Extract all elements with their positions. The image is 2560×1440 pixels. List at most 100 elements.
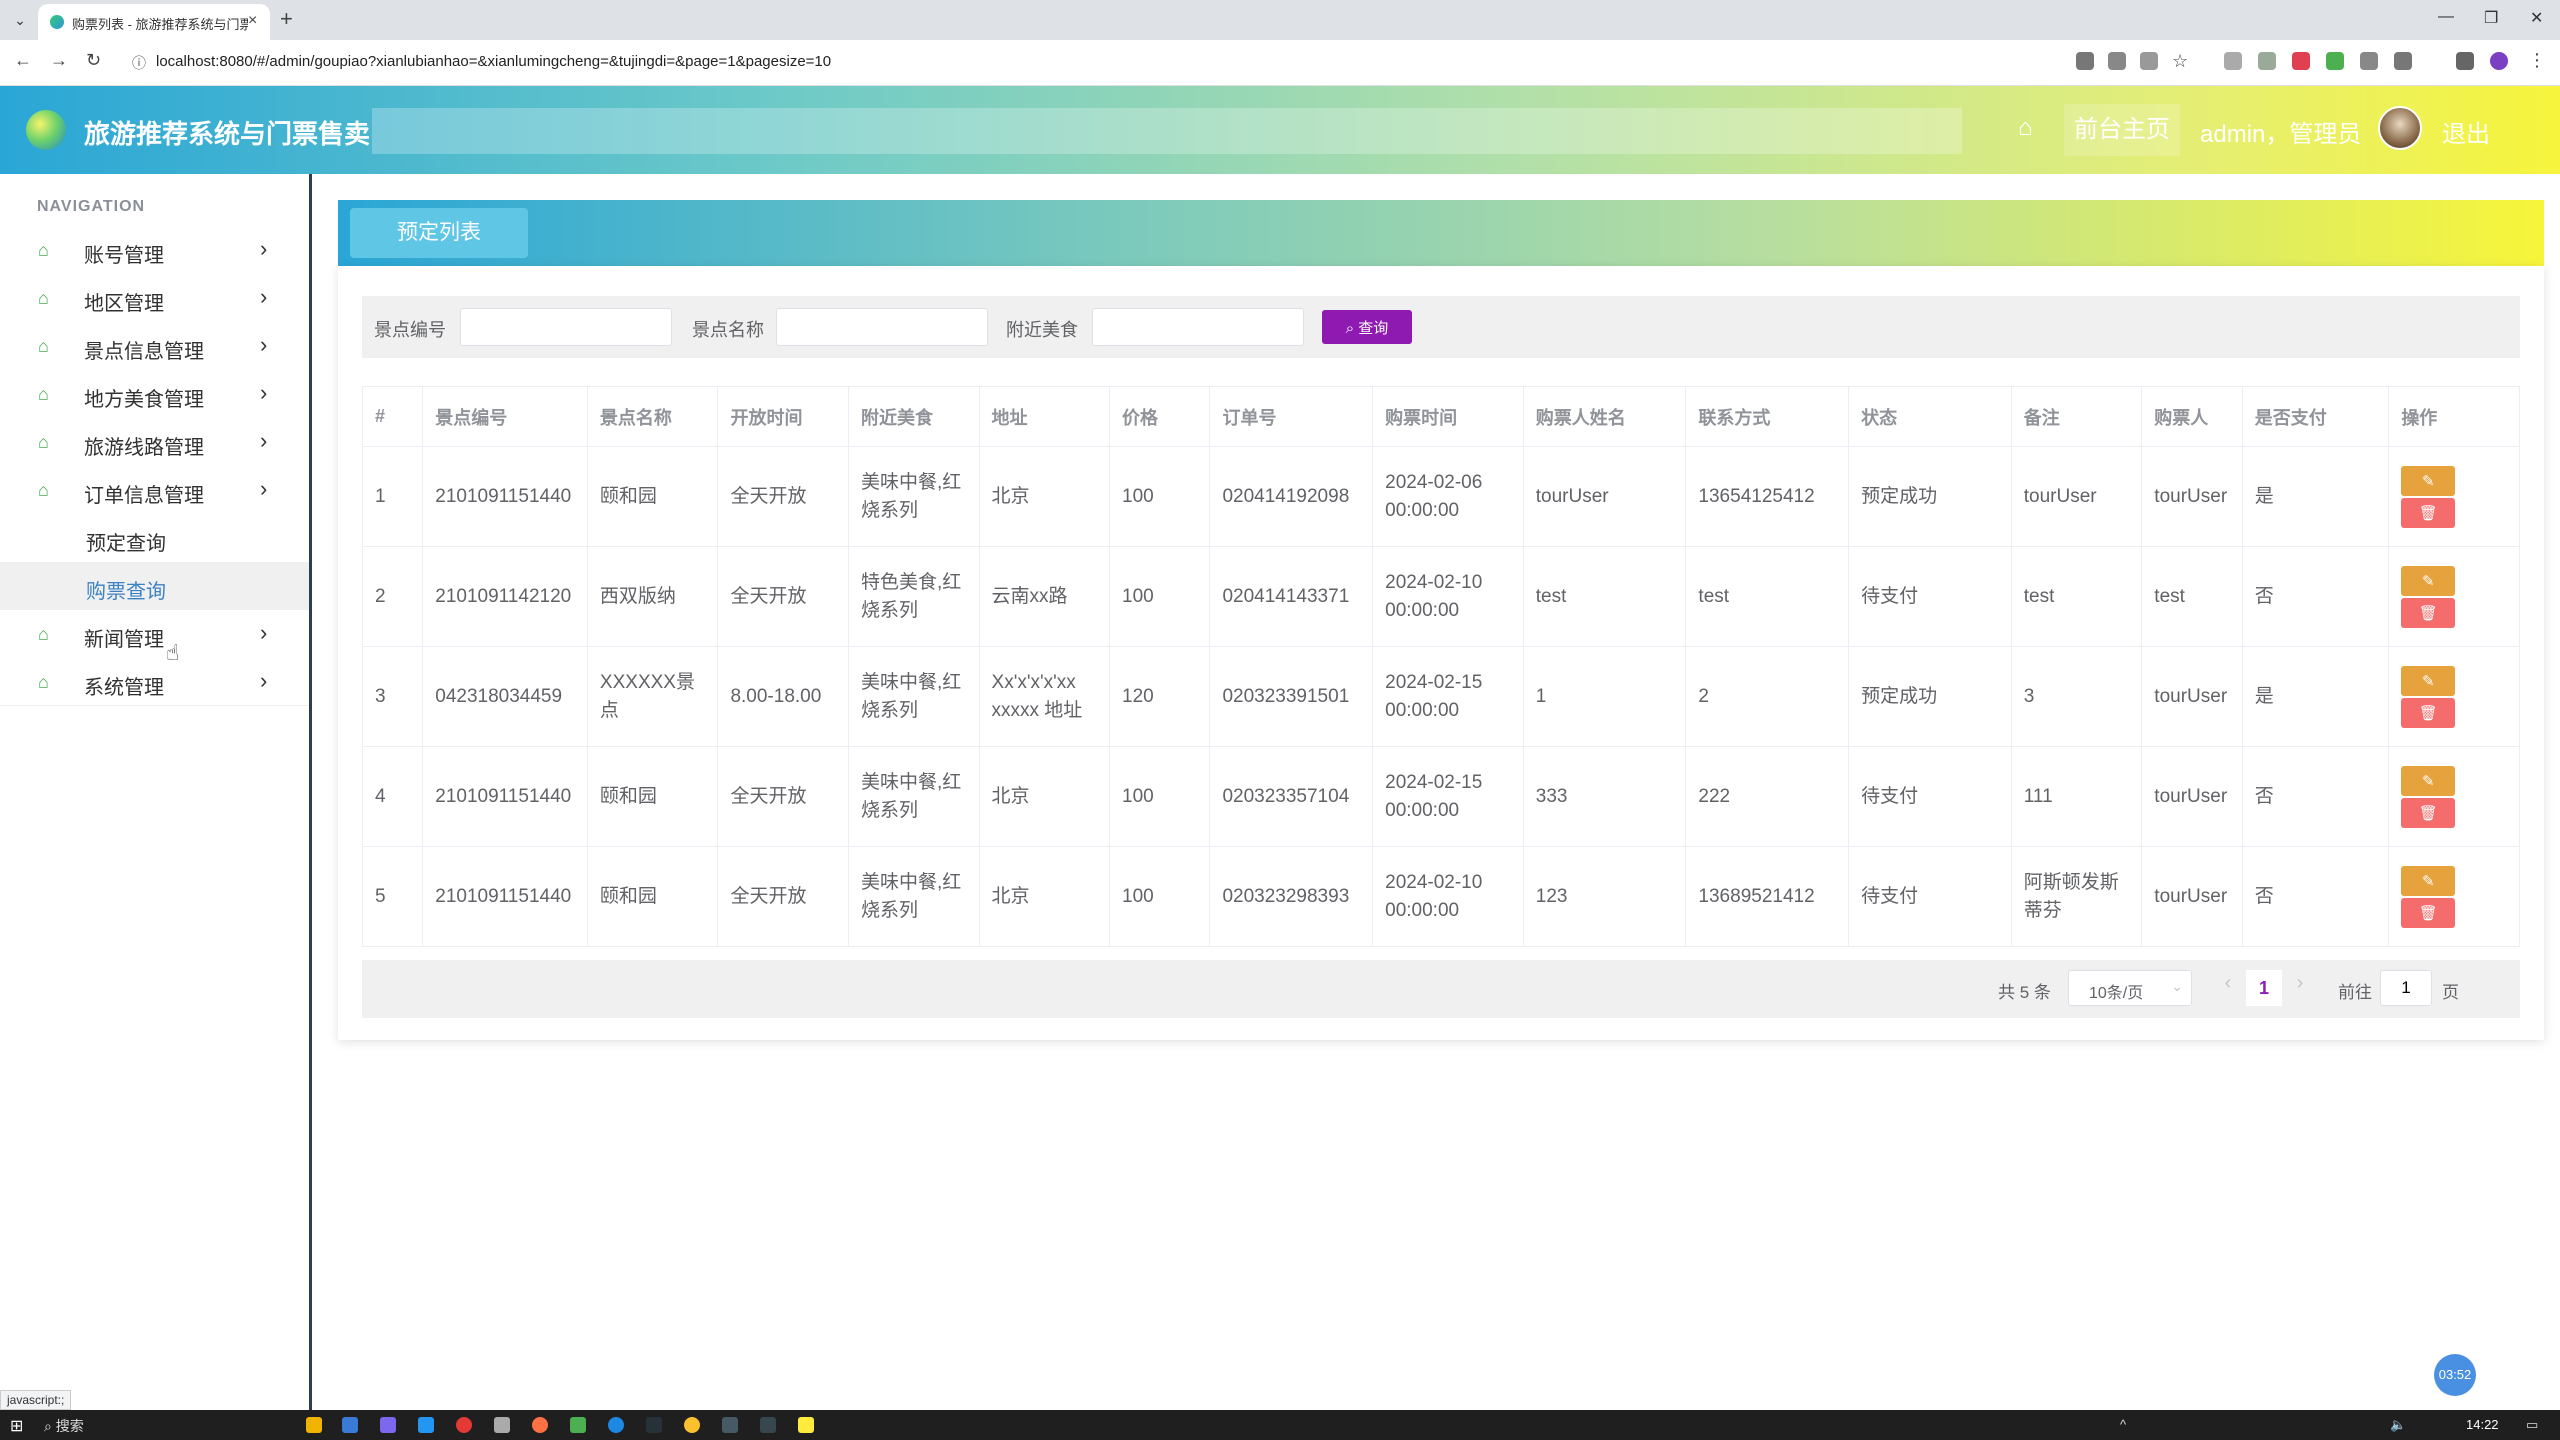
delete-button[interactable]: 🗑 [2401,697,2456,728]
sidebar-item-system[interactable]: ⌂ 系统管理 › [0,658,309,706]
edit-button[interactable]: ✎ [2401,565,2456,596]
sidebar-item-news[interactable]: ⌂ 新闻管理 › [0,610,309,658]
floating-timer-badge[interactable]: 03:52 [2434,1354,2476,1396]
forward-icon[interactable]: → [50,50,68,71]
app-icon[interactable] [722,1417,738,1433]
store-icon[interactable] [342,1417,358,1433]
front-page-link[interactable]: 前台主页 [2064,104,2180,156]
edit-button[interactable]: ✎ [2401,865,2456,896]
table-header-row: # 景点编号 景点名称 开放时间 附近美食 地址 价格 订单号 购票时间 购票人姓名 联系方式 状态备… [361,386,2520,447]
volume-icon[interactable]: 🔈 [2390,1417,2406,1433]
sidebar-subitem-tickets[interactable]: 购票查询 [0,562,309,610]
app-header: 旅游推荐系统与门票售卖 ⌂ 前台主页 admin，管理员 退出 [0,86,2560,174]
sidebar-item-orders[interactable]: ⌂ 订单信息管理 › [0,466,309,514]
sidebar-subitem-reservations[interactable]: 预定查询 [0,514,309,562]
puzzle-icon[interactable] [2394,52,2412,70]
sidepanel-icon[interactable] [2456,52,2474,70]
prev-page-button[interactable]: ‹ [2210,972,2246,1004]
browser-icon[interactable] [608,1417,624,1433]
sidebar-item-label: 订单信息管理 [84,485,204,507]
zoom-icon[interactable] [2140,52,2158,70]
row-actions: ✎ 🗑 [2388,646,2520,747]
edit-button[interactable]: ✎ [2401,665,2456,696]
taskbar-search[interactable]: ⌕ 搜索 [44,1416,84,1436]
sidebar-item-label: 旅游线路管理 [84,437,204,459]
sidebar-item-routes[interactable]: ⌂ 旅游线路管理 › [0,418,309,466]
extension-green-icon[interactable] [2326,52,2344,70]
spot-name-input[interactable] [776,308,988,346]
tab-reservation-list[interactable]: 预定列表 [350,208,528,258]
sidebar-item-regions[interactable]: ⌂ 地区管理 › [0,274,309,322]
browser-tab[interactable]: 购票列表 - 旅游推荐系统与门票 × [38,4,270,40]
table-cell: 颐和园 [586,746,719,847]
sidebar-item-attractions[interactable]: ⌂ 景点信息管理 › [0,322,309,370]
settings-icon[interactable] [494,1417,510,1433]
table-cell: 美味中餐,红烧系列 [847,846,980,947]
page-size-select[interactable]: 10条/页 ⌄ [2068,970,2192,1006]
wechat-icon[interactable] [570,1417,586,1433]
next-page-button[interactable]: › [2282,972,2318,1004]
jump-suffix: 页 [2442,983,2459,1002]
close-window-icon[interactable]: ✕ [2530,8,2543,28]
chevron-right-icon: › [260,284,268,309]
app-icon[interactable] [380,1417,396,1433]
search-button[interactable]: ⌕ 查询 [1322,310,1412,344]
table-cell: 333 [1522,746,1687,847]
chrome-active-icon[interactable] [684,1417,700,1433]
more-menu-icon[interactable]: ⋮ [2528,50,2546,71]
page-banner: 预定列表 [338,200,2544,266]
windows-start-icon[interactable]: ⊞ [10,1416,23,1436]
edit-button[interactable]: ✎ [2401,765,2456,796]
bookmark-star-icon[interactable]: ☆ [2172,52,2190,70]
table-cell: tourUser [2010,446,2143,547]
tray-chevron-icon[interactable]: ^ [2120,1417,2126,1432]
delete-button[interactable]: 🗑 [2401,797,2456,828]
tab-list-icon[interactable]: ⌄ [8,8,32,32]
sidebar-item-label: 地方美食管理 [84,389,204,411]
file-explorer-icon[interactable] [306,1417,322,1433]
table-cell: 5 [361,846,424,947]
chevron-right-icon: › [260,380,268,405]
notepad-icon[interactable] [798,1417,814,1433]
sidebar-item-label: 系统管理 [84,677,164,699]
taskbar-clock[interactable]: 14:22 [2466,1417,2499,1432]
url-field[interactable]: localhost:8080/#/admin/goupiao?xianlubia… [156,53,831,70]
jump-page-input[interactable] [2380,970,2432,1006]
home-icon[interactable]: ⌂ [2018,114,2033,142]
delete-button[interactable]: 🗑 [2401,497,2456,528]
chevron-right-icon: › [260,620,268,645]
reload-icon[interactable]: ↻ [86,50,101,71]
spot-code-input[interactable] [460,308,672,346]
sidebar-item-food[interactable]: ⌂ 地方美食管理 › [0,370,309,418]
logout-link[interactable]: 退出 [2442,114,2490,149]
back-icon[interactable]: ← [14,50,32,71]
page-number-current[interactable]: 1 [2246,970,2282,1006]
profile-icon[interactable] [2490,52,2508,70]
image-icon[interactable] [2258,52,2276,70]
food-input[interactable] [1092,308,1304,346]
avatar[interactable] [2378,106,2422,150]
notification-icon[interactable]: ▭ [2526,1417,2538,1433]
minimize-icon[interactable]: — [2438,8,2454,26]
chrome-icon[interactable] [456,1417,472,1433]
app-icon[interactable] [418,1417,434,1433]
key-icon[interactable] [2076,52,2094,70]
sidebar-item-accounts[interactable]: ⌂ 账号管理 › [0,226,309,274]
copy-icon[interactable] [2360,52,2378,70]
delete-button[interactable]: 🗑 [2401,597,2456,628]
site-info-icon[interactable]: ⓘ [132,53,146,73]
terminal-icon[interactable] [760,1417,776,1433]
shield-icon[interactable] [2292,52,2310,70]
delete-button[interactable]: 🗑 [2401,897,2456,928]
camera-icon[interactable] [2224,52,2242,70]
edit-button[interactable]: ✎ [2401,465,2456,496]
ide-icon[interactable] [646,1417,662,1433]
translate-icon[interactable] [2108,52,2126,70]
new-tab-icon[interactable]: + [280,6,293,32]
restore-icon[interactable]: ❐ [2484,8,2498,28]
close-tab-icon[interactable]: × [248,12,257,30]
table-cell: 预定成功 [1848,646,2012,747]
search-label-food: 附近美食 [1006,320,1078,340]
row-actions: ✎ 🗑 [2388,546,2520,647]
firefox-icon[interactable] [532,1417,548,1433]
